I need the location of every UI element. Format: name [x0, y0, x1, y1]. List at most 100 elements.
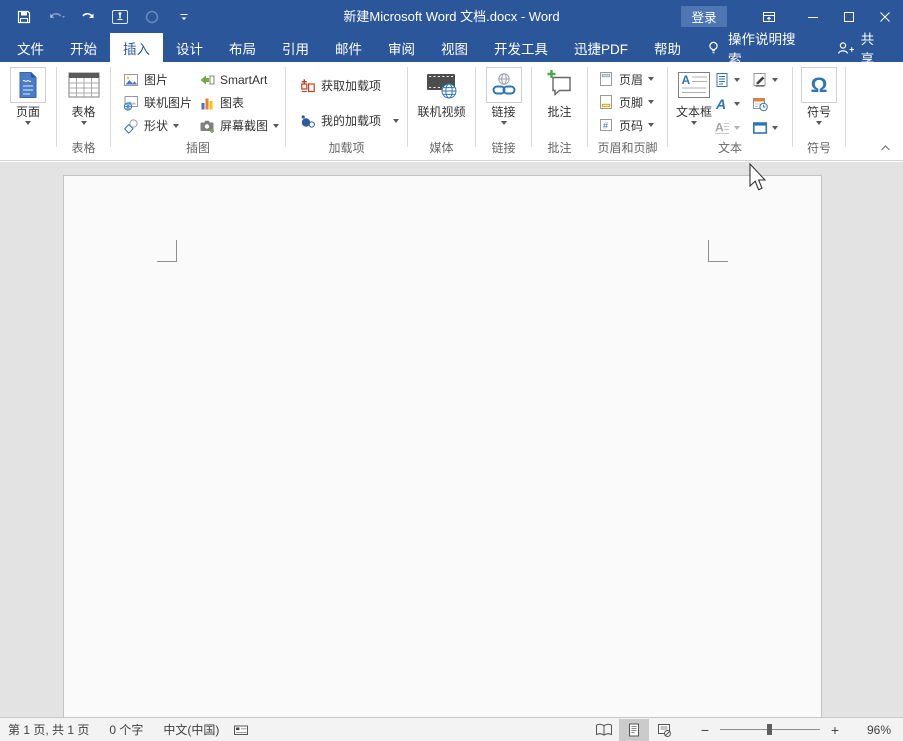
tab-view[interactable]: 视图 [428, 33, 481, 62]
macro-record-button[interactable] [233, 722, 249, 738]
group-pages: 页面 [0, 62, 57, 160]
group-header-footer: 页眉 页脚 # 页码 页眉和页脚 [588, 62, 668, 160]
redo-icon [80, 9, 96, 25]
my-addins-icon [300, 113, 316, 129]
drop-cap-icon: A [714, 120, 730, 136]
pictures-icon [123, 72, 139, 88]
close-icon [878, 10, 892, 24]
get-addins-label: 获取加载项 [321, 77, 381, 94]
tab-home[interactable]: 开始 [57, 33, 110, 62]
chart-label: 图表 [220, 94, 244, 111]
text-box-label: 文本框 [676, 105, 712, 119]
screenshot-button[interactable]: 屏幕截图 [199, 114, 279, 137]
chart-button[interactable]: 图表 [199, 91, 279, 114]
zoom-slider-thumb[interactable] [767, 724, 772, 735]
signature-line-button[interactable] [752, 69, 778, 91]
touch-mouse-mode-button[interactable] [110, 6, 130, 28]
group-label-text: 文本 [668, 139, 792, 156]
pages-icon [10, 67, 46, 103]
group-comments: 批注 批注 [532, 62, 588, 160]
screenshot-label: 屏幕截图 [220, 117, 268, 134]
read-mode-icon [595, 723, 613, 737]
pages-label: 页面 [16, 105, 40, 119]
tab-developer[interactable]: 开发工具 [481, 33, 561, 62]
tab-file[interactable]: 文件 [4, 33, 57, 62]
mouse-cursor [744, 162, 768, 194]
pages-button[interactable]: 页面 [0, 67, 56, 125]
lightbulb-icon [706, 40, 721, 56]
link-button[interactable]: 链接 [476, 67, 531, 125]
zoom-slider[interactable] [720, 729, 820, 730]
tab-mailings[interactable]: 邮件 [322, 33, 375, 62]
tab-review[interactable]: 审阅 [375, 33, 428, 62]
my-addins-button[interactable]: 我的加载项 [300, 109, 399, 132]
zoom-in-button[interactable]: + [827, 722, 843, 738]
language-status[interactable]: 中文(中国) [163, 721, 219, 738]
dropdown-arrow-icon [648, 123, 654, 127]
tab-xunjie-pdf[interactable]: 迅捷PDF [561, 33, 641, 62]
group-label-comments: 批注 [532, 139, 587, 156]
save-button[interactable] [14, 6, 34, 28]
get-addins-button[interactable]: 获取加载项 [300, 74, 399, 97]
drop-cap-button[interactable]: A [714, 117, 740, 139]
customize-quick-access-button[interactable] [174, 6, 194, 28]
online-pictures-button[interactable]: 联机图片 [123, 91, 192, 114]
dropdown-arrow-icon [173, 124, 179, 128]
tab-design[interactable]: 设计 [163, 33, 216, 62]
group-links: 链接 链接 [476, 62, 532, 160]
footer-button[interactable]: 页脚 [598, 91, 654, 113]
online-video-button[interactable]: 联机视频 [408, 67, 475, 119]
undo-button[interactable] [46, 6, 66, 28]
group-label-header-footer: 页眉和页脚 [588, 139, 667, 156]
zoom-control: − + 96% [697, 722, 891, 738]
web-layout-button[interactable] [649, 719, 679, 741]
print-layout-button[interactable] [619, 719, 649, 741]
page-info[interactable]: 第 1 页, 共 1 页 [8, 721, 89, 738]
repeat-button [142, 6, 162, 28]
page-number-button[interactable]: # 页码 [598, 114, 654, 136]
page-number-icon: # [598, 117, 614, 133]
ribbon: 页面 表格 表格 图片 [0, 62, 903, 161]
comment-button[interactable]: 批注 [532, 67, 587, 119]
repeat-icon [144, 9, 160, 25]
word-window: 新建Microsoft Word 文档.docx - Word 登录 文件 开始… [0, 0, 903, 741]
group-symbols: Ω 符号 符号 [793, 62, 846, 160]
text-box-icon: A [676, 67, 712, 103]
share-button[interactable]: 共享 [820, 33, 903, 62]
date-time-button[interactable] [752, 93, 778, 115]
tell-me-search[interactable]: 操作说明搜索 [694, 33, 820, 62]
smartart-button[interactable]: SmartArt [199, 68, 279, 91]
shapes-button[interactable]: 形状 [123, 114, 192, 137]
tab-insert[interactable]: 插入 [110, 33, 163, 62]
tab-help[interactable]: 帮助 [641, 33, 694, 62]
dropdown-arrow-icon [25, 121, 31, 125]
table-icon [66, 67, 102, 103]
tab-references[interactable]: 引用 [269, 33, 322, 62]
tab-layout[interactable]: 布局 [216, 33, 269, 62]
zoom-out-button[interactable]: − [697, 722, 713, 738]
quick-parts-button[interactable] [714, 69, 740, 91]
group-addins: 获取加载项 我的加载项 加载项 [286, 62, 408, 160]
table-button[interactable]: 表格 [57, 67, 110, 125]
sign-in-button[interactable]: 登录 [681, 6, 727, 27]
text-box-button[interactable]: A 文本框 [672, 67, 716, 125]
group-label-tables: 表格 [57, 139, 110, 156]
footer-label: 页脚 [619, 94, 643, 111]
my-addins-label: 我的加载项 [321, 112, 381, 129]
object-button[interactable] [752, 117, 778, 139]
redo-button[interactable] [78, 6, 98, 28]
wordart-button[interactable]: A [714, 93, 740, 115]
pictures-button[interactable]: 图片 [123, 68, 192, 91]
header-button[interactable]: 页眉 [598, 68, 654, 90]
svg-text:A: A [715, 96, 726, 112]
symbol-label: 符号 [807, 105, 831, 119]
margin-crop-mark-right [708, 240, 728, 262]
collapse-ribbon-button[interactable] [877, 142, 893, 154]
word-count[interactable]: 0 个字 [109, 721, 143, 738]
read-mode-button[interactable] [589, 719, 619, 741]
quick-parts-icon [714, 72, 730, 88]
symbol-button[interactable]: Ω 符号 [793, 67, 845, 125]
dropdown-arrow-icon [501, 121, 507, 125]
zoom-level[interactable]: 96% [851, 723, 891, 737]
dropdown-arrow-icon [816, 121, 822, 125]
